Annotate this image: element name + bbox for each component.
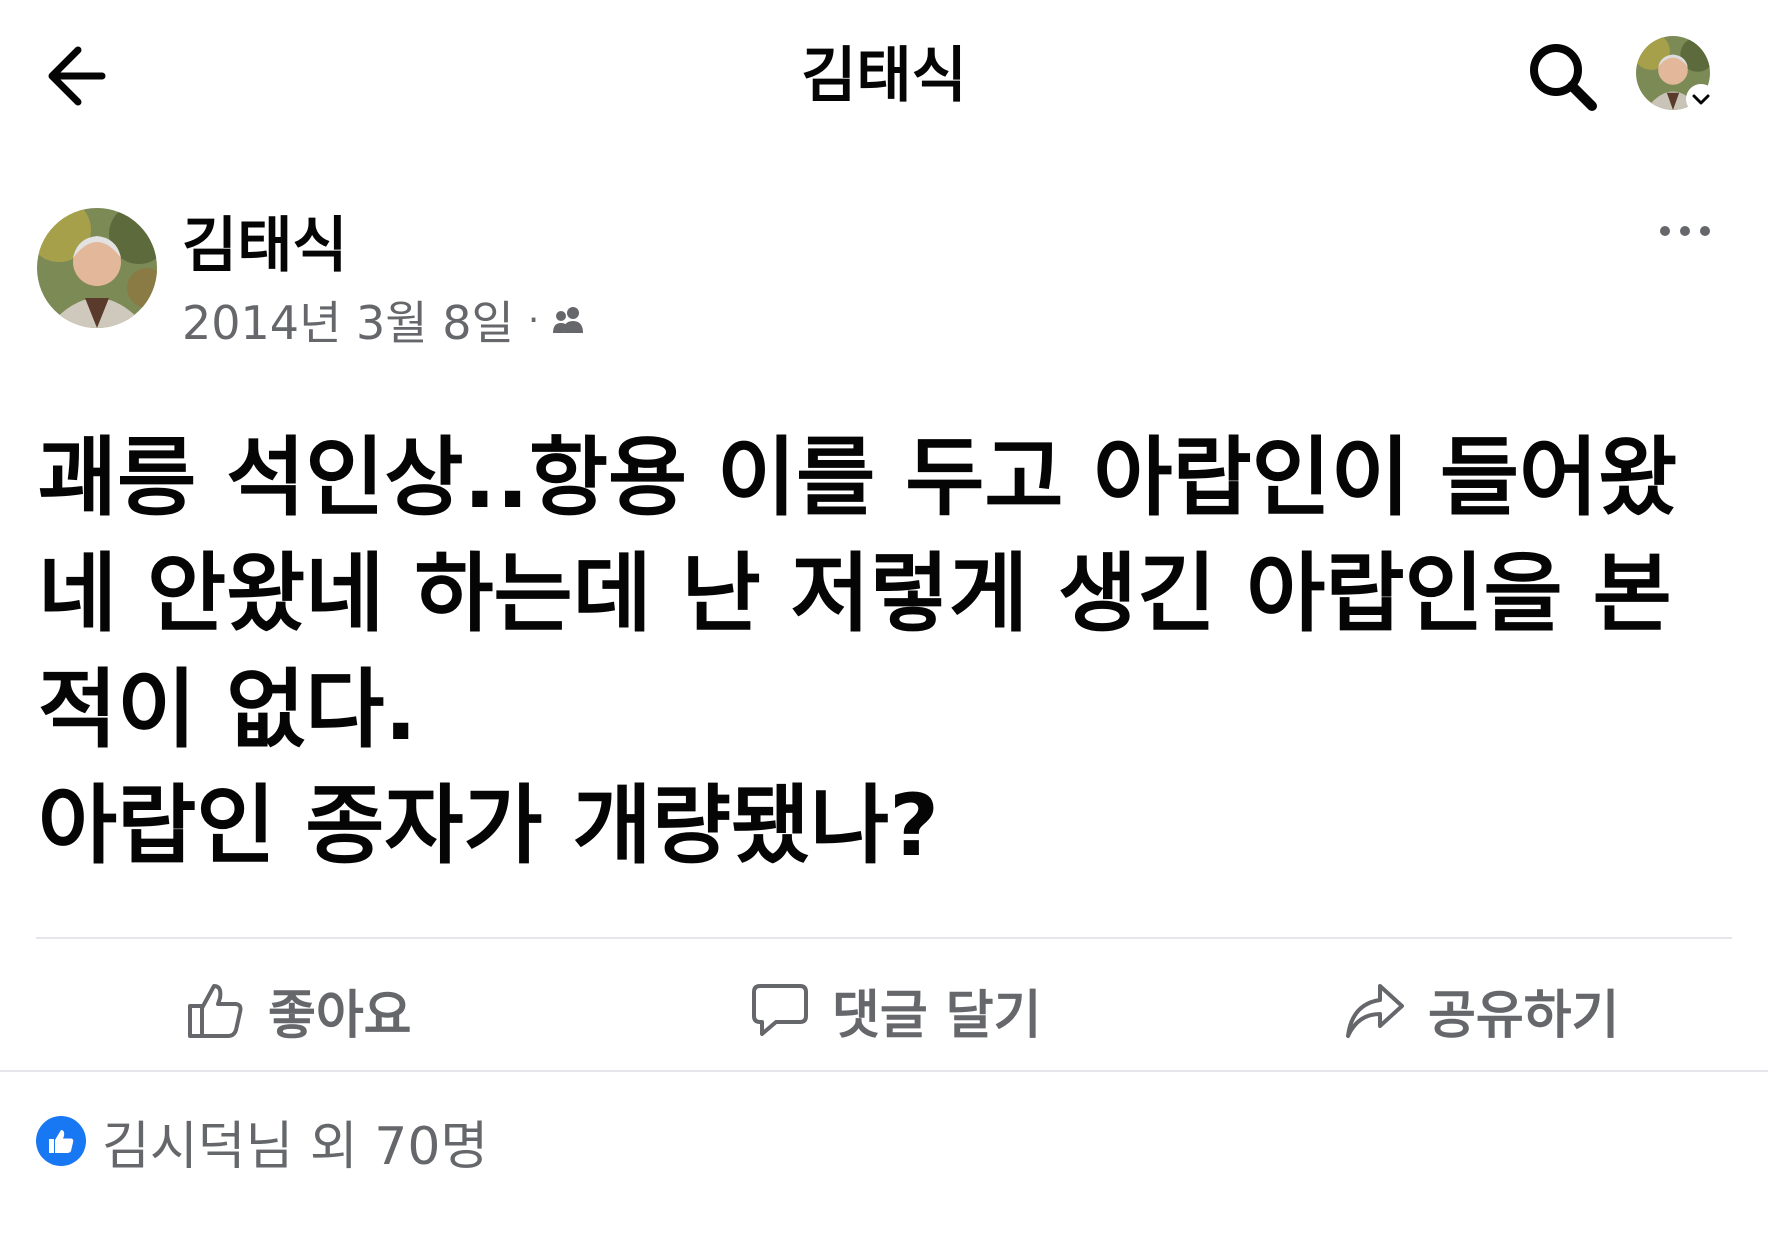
divider: [0, 1070, 1768, 1072]
post-header: 김태식 2014년 3월 8일 ·: [0, 200, 1768, 350]
post-actions: 좋아요 댓글 달기 공유하기: [0, 960, 1768, 1060]
account-menu-button[interactable]: [1636, 36, 1716, 114]
friends-icon: [553, 307, 584, 333]
share-button[interactable]: 공유하기: [1344, 960, 1619, 1060]
search-icon: [1530, 44, 1597, 111]
thumbs-up-icon: [188, 984, 243, 1038]
more-options-button[interactable]: [1658, 220, 1712, 242]
post-text-line: 적이 없다.: [38, 660, 418, 760]
reactions-summary[interactable]: 김시덕님 외 70명: [36, 1106, 489, 1177]
like-reaction-icon: [36, 1116, 86, 1166]
more-horizontal-icon: [1660, 226, 1710, 236]
divider: [36, 937, 1732, 939]
post-text: 괘릉 석인상..항용 이를 두고 아랍인이 들어왔 네 안왔네 하는데 난 저렇…: [38, 420, 1738, 884]
meta-separator: ·: [527, 299, 540, 341]
like-label: 좋아요: [268, 985, 412, 1046]
author-name[interactable]: 김태식: [182, 208, 348, 284]
reactions-text: 김시덕님 외 70명: [102, 1116, 489, 1177]
post-text-line: 아랍인 종자가 개량됐나?: [38, 776, 939, 876]
page-title: 김태식: [801, 41, 967, 111]
top-bar: 김태식: [0, 0, 1768, 150]
like-button[interactable]: 좋아요: [186, 960, 412, 1060]
search-button[interactable]: [1524, 38, 1602, 116]
comment-label: 댓글 달기: [832, 985, 1042, 1046]
comment-icon: [752, 984, 808, 1036]
share-label: 공유하기: [1428, 985, 1620, 1046]
author-avatar[interactable]: [37, 208, 157, 328]
chevron-down-icon: [1686, 84, 1716, 114]
comment-button[interactable]: 댓글 달기: [750, 960, 1041, 1060]
post-text-line: 괘릉 석인상..항용 이를 두고 아랍인이 들어왔: [38, 428, 1678, 528]
post-meta: 2014년 3월 8일 ·: [182, 292, 587, 350]
post-text-line: 네 안왔네 하는데 난 저렇게 생긴 아랍인을 본: [38, 544, 1672, 644]
post-date[interactable]: 2014년 3월 8일: [182, 287, 514, 353]
share-icon: [1346, 984, 1404, 1038]
